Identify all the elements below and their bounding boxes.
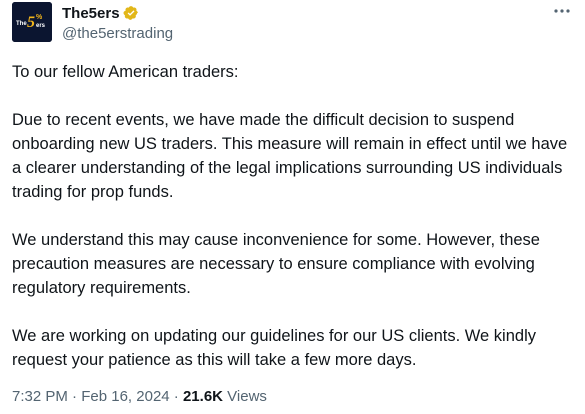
tweet-paragraph: To our fellow American traders: (12, 63, 239, 81)
the5ers-logo-icon: The 5 % ers (12, 2, 52, 42)
author-names: The5ers @the5erstrading (62, 4, 173, 43)
display-name[interactable]: The5ers (62, 5, 120, 22)
views-count: 21.6K (182, 388, 223, 405)
svg-text:The: The (16, 21, 27, 27)
more-horizontal-icon[interactable] (552, 4, 572, 18)
tweet-card: The 5 % ers The5ers @the5erstrading To o… (0, 0, 585, 414)
author-handle[interactable]: @the5erstrading (62, 25, 173, 42)
views-label: Views (227, 388, 267, 405)
tweet-paragraph: We are working on updating our guideline… (12, 327, 536, 369)
svg-text:%: % (36, 14, 43, 21)
tweet-time[interactable]: 7:32 PM (12, 388, 68, 405)
verified-badge-icon[interactable] (123, 5, 139, 21)
tweet-header: The 5 % ers The5ers @the5erstrading (12, 2, 572, 44)
tweet-paragraph: We understand this may cause inconvenien… (12, 231, 540, 297)
svg-text:5: 5 (27, 14, 35, 31)
svg-text:ers: ers (36, 23, 46, 29)
tweet-meta: 7:32 PM · Feb 16, 2024 · 21.6K Views (12, 388, 267, 405)
meta-separator: · (72, 388, 78, 405)
tweet-paragraph: Due to recent events, we have made the d… (12, 111, 568, 201)
meta-separator: · (173, 388, 179, 405)
avatar[interactable]: The 5 % ers (12, 2, 52, 42)
display-name-row: The5ers (62, 4, 173, 22)
tweet-text: To our fellow American traders: Due to r… (12, 60, 578, 396)
tweet-date[interactable]: Feb 16, 2024 (81, 388, 169, 405)
